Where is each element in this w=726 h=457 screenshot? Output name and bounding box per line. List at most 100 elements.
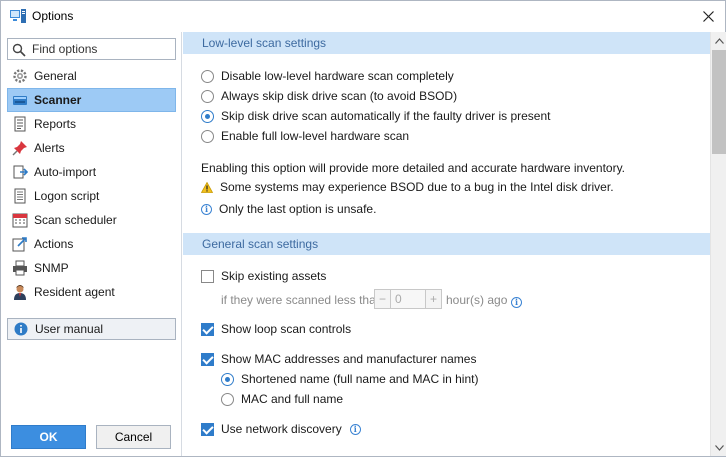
app-icon bbox=[10, 9, 26, 23]
person-icon bbox=[12, 284, 28, 300]
script-icon bbox=[12, 188, 28, 204]
title-bar: Options bbox=[1, 1, 725, 32]
option-label: Enable full low-level hardware scan bbox=[221, 129, 410, 143]
option-label: Always skip disk drive scan (to avoid BS… bbox=[221, 89, 458, 103]
sidebar-item-label: SNMP bbox=[34, 261, 69, 275]
option-network-discovery[interactable]: Use network discovery i bbox=[201, 420, 368, 438]
chevron-up-icon bbox=[714, 37, 724, 44]
actions-icon bbox=[12, 236, 28, 252]
info-icon: i bbox=[201, 203, 212, 215]
increment-button[interactable]: + bbox=[426, 290, 441, 308]
sidebar-item-label: Reports bbox=[34, 117, 77, 131]
option-skip-existing[interactable]: Skip existing assets bbox=[201, 267, 326, 285]
scroll-down-button[interactable] bbox=[711, 439, 726, 456]
sidebar-item-reports[interactable]: Reports bbox=[7, 112, 176, 136]
vertical-scrollbar[interactable] bbox=[710, 32, 726, 456]
option-show-mac[interactable]: Show MAC addresses and manufacturer name… bbox=[201, 350, 476, 368]
printer-icon bbox=[12, 260, 28, 276]
scanner-icon bbox=[12, 92, 28, 108]
option-enable-full[interactable]: Enable full low-level hardware scan bbox=[201, 127, 409, 145]
option-label: Show loop scan controls bbox=[221, 322, 352, 336]
option-always-skip-disk[interactable]: Always skip disk drive scan (to avoid BS… bbox=[201, 87, 457, 105]
sidebar-item-label: General bbox=[34, 69, 77, 83]
options-nav: General Scanner Reports Alerts Auto-impo… bbox=[7, 64, 176, 304]
radio-button[interactable] bbox=[221, 392, 234, 406]
sidebar-item-label: Scanner bbox=[34, 93, 82, 107]
radio-button[interactable] bbox=[201, 129, 214, 143]
scanner-settings-panel: Low-level scan settings Disable low-leve… bbox=[183, 32, 710, 456]
sidebar-item-actions[interactable]: Actions bbox=[7, 232, 176, 256]
sidebar-item-scan-scheduler[interactable]: Scan scheduler bbox=[7, 208, 176, 232]
option-label: Skip existing assets bbox=[221, 269, 327, 283]
section-header-general: General scan settings bbox=[183, 233, 710, 255]
close-button[interactable] bbox=[691, 1, 725, 31]
hours-value[interactable]: 0 bbox=[390, 290, 426, 308]
info-icon bbox=[14, 322, 28, 336]
sidebar-item-label: Alerts bbox=[34, 141, 65, 155]
cancel-button[interactable]: Cancel bbox=[96, 425, 171, 449]
radio-button[interactable] bbox=[201, 89, 214, 103]
sidebar-item-label: Auto-import bbox=[34, 165, 97, 179]
checkbox-checked[interactable] bbox=[201, 322, 214, 336]
info-icon[interactable]: i bbox=[349, 423, 361, 435]
option-mac-full-name[interactable]: MAC and full name bbox=[221, 390, 343, 408]
scanned-prefix-label: if they were scanned less than bbox=[221, 293, 383, 307]
sidebar-item-logon-script[interactable]: Logon script bbox=[7, 184, 176, 208]
warning-icon bbox=[201, 181, 213, 193]
window-title: Options bbox=[32, 9, 74, 23]
option-disable-low-level[interactable]: Disable low-level hardware scan complete… bbox=[201, 67, 454, 85]
ok-button[interactable]: OK bbox=[11, 425, 86, 449]
close-icon bbox=[702, 10, 714, 22]
sidebar-item-auto-import[interactable]: Auto-import bbox=[7, 160, 176, 184]
hours-stepper[interactable]: − 0 + bbox=[374, 289, 442, 309]
decrement-button[interactable]: − bbox=[375, 290, 390, 308]
info-icon[interactable]: i bbox=[511, 294, 522, 308]
gear-icon bbox=[12, 68, 28, 84]
scroll-thumb[interactable] bbox=[712, 50, 726, 154]
sidebar-item-snmp[interactable]: SNMP bbox=[7, 256, 176, 280]
checkbox-checked[interactable] bbox=[201, 352, 214, 366]
search-input[interactable] bbox=[32, 41, 172, 57]
search-box[interactable] bbox=[7, 38, 176, 60]
option-label: Disable low-level hardware scan complete… bbox=[221, 69, 454, 83]
sidebar-item-alerts[interactable]: Alerts bbox=[7, 136, 176, 160]
option-shortened-name[interactable]: Shortened name (full name and MAC in hin… bbox=[221, 370, 478, 388]
low-level-note: Enabling this option will provide more d… bbox=[201, 161, 626, 175]
option-skip-automatically[interactable]: Skip disk drive scan automatically if th… bbox=[201, 107, 550, 125]
hours-suffix-label: hour(s) ago bbox=[446, 293, 508, 307]
option-label: MAC and full name bbox=[241, 392, 344, 406]
info-text: Only the last option is unsafe. bbox=[219, 202, 377, 216]
sidebar-item-label: Actions bbox=[34, 237, 74, 251]
sidebar-item-resident-agent[interactable]: Resident agent bbox=[7, 280, 176, 304]
option-show-loop[interactable]: Show loop scan controls bbox=[201, 320, 351, 338]
warning-text: Some systems may experience BSOD due to … bbox=[220, 180, 614, 194]
calendar-icon bbox=[12, 212, 28, 228]
sidebar-item-label: Logon script bbox=[34, 189, 100, 203]
checkbox[interactable] bbox=[201, 269, 214, 283]
pushpin-icon bbox=[12, 140, 28, 156]
option-label: Skip disk drive scan automatically if th… bbox=[221, 109, 551, 123]
radio-button-selected[interactable] bbox=[221, 372, 234, 386]
section-header-low-level: Low-level scan settings bbox=[183, 32, 710, 54]
warning-line: Some systems may experience BSOD due to … bbox=[201, 178, 614, 196]
options-window: Options General bbox=[0, 0, 726, 457]
sidebar-item-label: Resident agent bbox=[34, 285, 115, 299]
user-manual-label: User manual bbox=[35, 322, 104, 336]
chevron-down-icon bbox=[714, 444, 724, 451]
user-manual-button[interactable]: User manual bbox=[7, 318, 176, 340]
option-label: Shortened name (full name and MAC in hin… bbox=[241, 372, 479, 386]
sidebar-item-scanner[interactable]: Scanner bbox=[7, 88, 176, 112]
radio-button-selected[interactable] bbox=[201, 109, 214, 123]
checkbox-checked[interactable] bbox=[201, 422, 214, 436]
sidebar-item-label: Scan scheduler bbox=[34, 213, 117, 227]
report-icon bbox=[12, 116, 28, 132]
sidebar-item-general[interactable]: General bbox=[7, 64, 176, 88]
option-label: Show MAC addresses and manufacturer name… bbox=[221, 352, 477, 366]
sidebar: General Scanner Reports Alerts bbox=[1, 32, 182, 456]
radio-button[interactable] bbox=[201, 69, 214, 83]
info-line: i Only the last option is unsafe. bbox=[201, 200, 376, 218]
auto-import-icon bbox=[12, 164, 28, 180]
scroll-up-button[interactable] bbox=[711, 32, 726, 49]
search-icon bbox=[12, 43, 26, 57]
option-label: Use network discovery bbox=[221, 422, 342, 436]
